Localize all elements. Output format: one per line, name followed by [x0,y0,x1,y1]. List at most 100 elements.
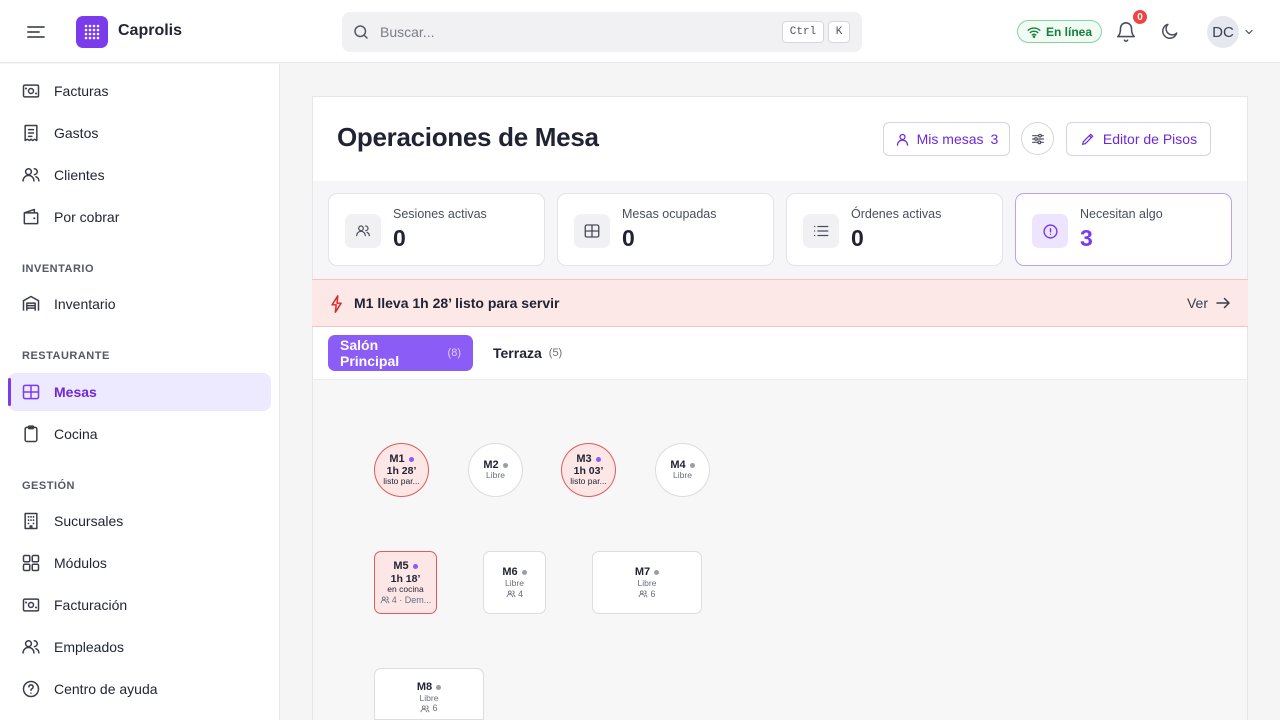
users-icon [506,590,516,598]
table-name-row: M1 [389,453,414,466]
tab-count: (5) [548,347,563,359]
sidebar-item-por-cobrar[interactable]: Por cobrar [8,198,271,236]
alert-banner: M1 lleva 1h 28’ listo para servir Ver [312,279,1248,327]
table-name-row: M5 [393,560,418,573]
sidebar-item-facturacion[interactable]: Facturación [8,586,271,624]
status-dot [502,462,508,468]
table-m7[interactable]: M7 Libre 6 [592,551,702,614]
users-icon [21,165,41,185]
tab-terraza[interactable]: Terraza (5) [481,335,577,371]
stat-card-active-sessions: Sesiones activas 0 [328,193,545,266]
floor-editor-label: Editor de Pisos [1102,131,1198,147]
stat-value: 0 [851,225,864,251]
table-status: Libre [486,470,505,481]
filter-button[interactable] [1021,122,1054,155]
receipt-list-icon [21,123,41,143]
table-m6[interactable]: M6 Libre 4 [483,551,546,614]
table-name: M5 [393,560,409,573]
search-icon [352,23,370,41]
avatar[interactable]: DC [1207,16,1239,48]
bell-icon[interactable] [1115,21,1137,43]
table-grid-icon [21,382,41,402]
table-name: M6 [502,566,518,579]
sidebar-item-sucursales[interactable]: Sucursales [8,502,271,540]
floor-editor-button[interactable]: Editor de Pisos [1066,122,1211,156]
tab-count: (8) [447,347,461,359]
table-m2[interactable]: M2 Libre [468,443,523,497]
table-m8[interactable]: M8 Libre 6 [374,668,484,720]
list-icon [803,214,839,248]
status-dot [654,569,660,575]
table-status: Libre [505,577,524,588]
table-grid-icon [574,214,610,248]
app-name: Caprolis [118,22,183,39]
stat-value: 0 [393,225,406,251]
billing-icon [21,595,41,615]
sidebar-item-facturas[interactable]: Facturas [8,72,271,110]
building-icon [21,511,41,531]
alert-circle-icon [1032,214,1068,248]
my-tables-button[interactable]: Mis mesas 3 [883,122,1010,156]
search-bar[interactable]: Ctrl K [342,12,862,52]
tab-label: Terraza [493,345,542,361]
table-m1[interactable]: M1 1h 28’ listo par... [374,443,429,497]
stat-card-need-attention[interactable]: Necesitan algo 3 [1015,193,1232,266]
user-icon [896,133,908,146]
table-m3[interactable]: M3 1h 03’ listo par... [561,443,616,497]
sidebar-item-centro-de-ayuda[interactable]: Centro de ayuda [8,670,271,708]
sidebar-item-cocina[interactable]: Cocina [8,415,271,453]
my-tables-label: Mis mesas [916,131,984,147]
table-name-row: M6 [502,566,527,579]
sliders-icon [1031,133,1044,144]
table-name-row: M3 [576,452,601,466]
stat-label: Órdenes activas [851,207,942,221]
sidebar-item-mesas[interactable]: Mesas [8,373,271,411]
stat-label: Necesitan algo [1080,207,1163,221]
lightning-icon [330,295,344,313]
table-m5[interactable]: M5 1h 18’ en cocina 4 · Dem... [374,551,437,614]
clipboard-icon [21,424,41,444]
modules-icon [21,553,41,573]
stat-value: 0 [622,225,635,251]
sidebar-item-clientes[interactable]: Clientes [8,156,271,194]
table-capacity-label: 6 [650,588,656,599]
sidebar-item-label: Cocina [54,426,98,442]
logo[interactable] [76,16,108,48]
table-status: Libre [637,577,657,588]
users-icon [380,596,390,604]
table-status: Libre [673,470,692,481]
stat-label: Mesas ocupadas [622,207,717,221]
table-capacity-label: 4 [517,588,523,599]
stat-card-occupied-tables: Mesas ocupadas 0 [557,193,774,266]
chevron-down-icon[interactable] [1243,26,1255,38]
users-icon [21,637,41,657]
alert-view-link[interactable]: Ver [1187,294,1232,312]
sidebar-item-label: Facturas [54,83,109,99]
table-name: M3 [576,452,592,465]
sidebar-item-empleados[interactable]: Empleados [8,628,271,666]
stat-value: 3 [1080,225,1093,251]
table-capacity: 4 · Dem... [380,595,431,605]
sidebar-item-label: Mesas [54,384,97,400]
sidebar-item-label: Módulos [54,555,107,571]
shortcut-key-k: K [828,21,850,43]
users-icon [639,590,648,598]
status-dot [595,456,601,462]
search-input[interactable] [380,22,760,42]
table-status: en cocina [387,583,424,594]
sidebar-item-modulos[interactable]: Módulos [8,544,271,582]
moon-icon[interactable] [1160,21,1180,41]
alert-banner-text: M1 lleva 1h 28’ listo para servir [354,295,560,311]
section-heading-gestion: GESTIÓN [22,480,76,492]
wallet-icon [21,207,41,227]
table-m4[interactable]: M4 Libre [655,443,710,497]
tab-salon-principal[interactable]: Salón Principal (8) [328,335,473,371]
sidebar-item-inventario[interactable]: Inventario [8,285,271,323]
grid-dots-icon [84,24,100,40]
sidebar-item-gastos[interactable]: Gastos [8,114,271,152]
table-capacity: 6 [420,703,438,713]
menu-icon[interactable] [24,20,48,44]
table-name-row: M8 [417,681,442,694]
users-icon [421,705,430,712]
pencil-icon [1081,133,1094,145]
